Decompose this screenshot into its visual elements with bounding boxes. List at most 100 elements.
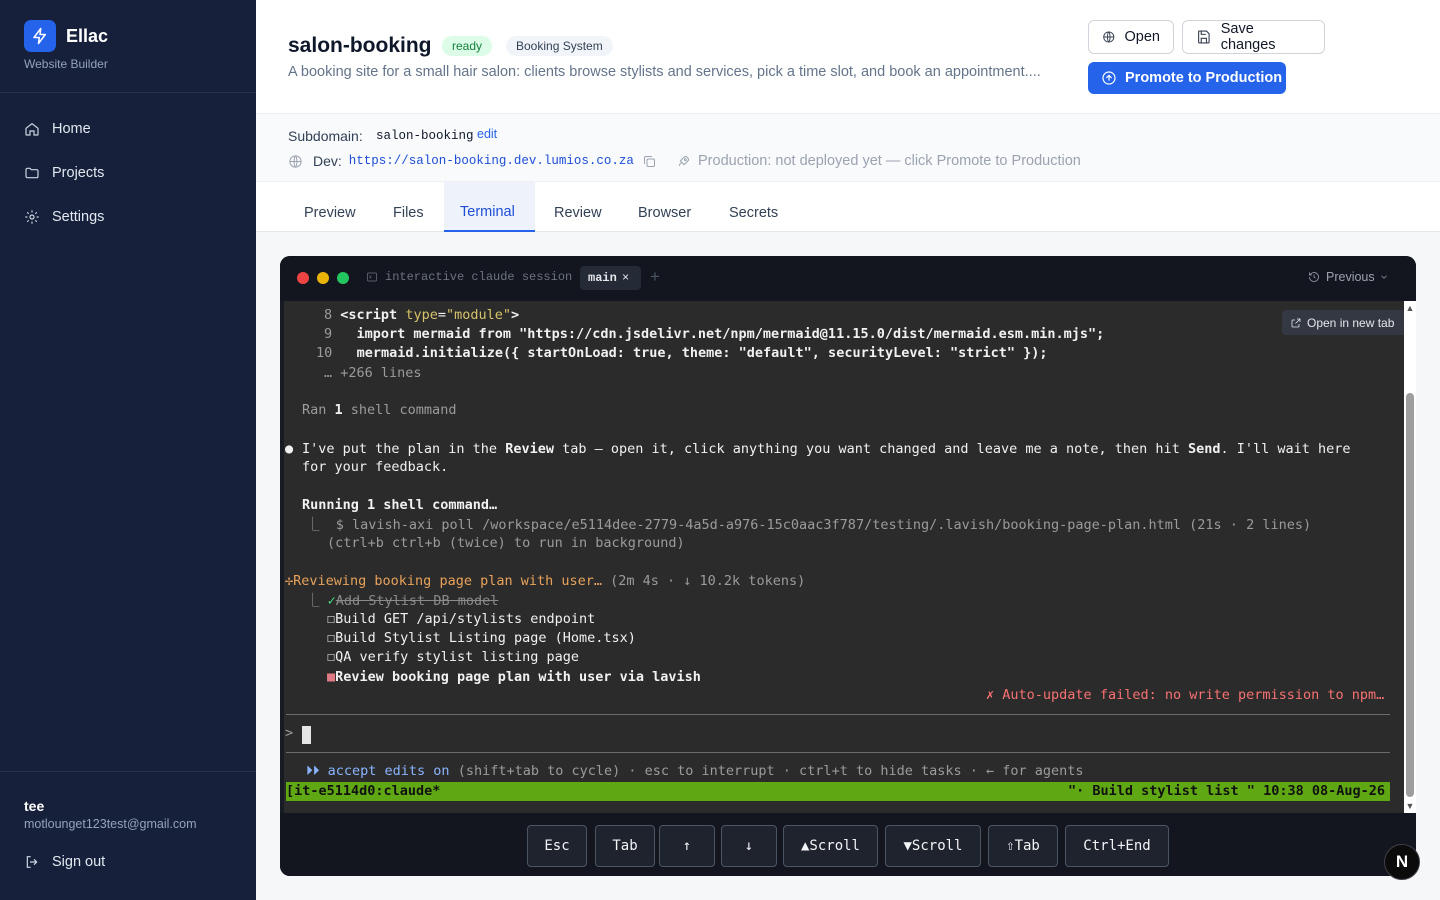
gear-icon — [25, 210, 39, 224]
key-scroll-up[interactable]: ▲Scroll — [783, 825, 878, 867]
open-button[interactable]: Open — [1088, 20, 1174, 54]
tab-secrets[interactable]: Secrets — [713, 182, 794, 232]
sidebar-divider — [0, 771, 256, 772]
promote-button-label: Promote to Production — [1125, 70, 1283, 86]
assistant-message: for your feedback. — [302, 459, 449, 475]
open-in-new-tab-button[interactable]: Open in new tab — [1282, 310, 1404, 335]
promote-to-production-button[interactable]: Promote to Production — [1088, 62, 1286, 94]
dev-url-link[interactable]: https://salon-booking.dev.lumios.co.za — [349, 154, 634, 168]
production-status: Production: not deployed yet — click Pro… — [676, 153, 1081, 169]
session-label-text: interactive claude session — [385, 270, 573, 284]
sidebar-nav: Home Projects Settings — [12, 111, 244, 243]
assistant-message: I've put the plan in the Review tab — op… — [302, 441, 1351, 457]
prompt-caret: > — [285, 725, 294, 741]
key-shift-tab[interactable]: ⇧Tab — [988, 825, 1058, 867]
terminal-line: 8 <script type="module"> — [324, 307, 520, 323]
sign-out-icon — [26, 856, 38, 868]
key-esc[interactable]: Esc — [527, 825, 587, 867]
terminal-panel: interactive claude session main × + Prev… — [280, 256, 1416, 876]
terminal-icon — [367, 272, 377, 282]
brand-name: Ellac — [66, 25, 109, 46]
home-icon — [25, 122, 39, 136]
task-item: ☐Build GET /api/stylists endpoint — [327, 611, 596, 627]
previous-sessions-button[interactable]: Previous — [1308, 270, 1389, 284]
scroll-down-arrow-icon[interactable]: ▼ — [1405, 801, 1415, 811]
tab-terminal[interactable]: Terminal — [444, 182, 535, 232]
sidebar-item-settings[interactable]: Settings — [12, 199, 244, 235]
sign-out-label: Sign out — [52, 854, 106, 870]
globe-icon — [289, 154, 302, 168]
key-arrow-up[interactable]: ↑ — [659, 825, 715, 867]
tab-browser[interactable]: Browser — [622, 182, 707, 232]
task-item: ☐Build Stylist Listing page (Home.tsx) — [327, 630, 636, 646]
copy-icon[interactable] — [642, 154, 657, 169]
save-button-label: Save changes — [1220, 21, 1276, 53]
key-arrow-down[interactable]: ↓ — [721, 825, 777, 867]
folder-icon — [25, 167, 39, 179]
terminal-key-bar: Esc Tab ↑ ↓ ▲Scroll ▼Scroll ⇧Tab Ctrl+En… — [280, 813, 1416, 876]
terminal-titlebar: interactive claude session main × + Prev… — [280, 256, 1416, 301]
tab-files[interactable]: Files — [377, 182, 440, 232]
sidebar-item-label: Home — [52, 121, 91, 137]
task-item-active: ■Review booking page plan with user via … — [327, 669, 701, 685]
sidebar-item-label: Projects — [52, 165, 105, 181]
lightning-icon — [24, 20, 56, 52]
terminal-output[interactable]: 8 <script type="module"> 9 import mermai… — [284, 301, 1404, 813]
scrollbar-thumb[interactable] — [1406, 393, 1414, 797]
brand[interactable]: Ellac — [24, 20, 108, 52]
terminal-scrollbar[interactable]: ▲ ▼ — [1404, 301, 1416, 813]
tmux-status-bar: [it-e5114d0:claude* "· Build stylist lis… — [286, 782, 1390, 801]
task-item: ⎿ ✓Add Stylist DB model — [306, 593, 499, 609]
session-label: interactive claude session — [366, 270, 572, 284]
sidebar: Ellac Website Builder Home Projects Sett… — [0, 0, 256, 900]
rocket-icon — [678, 155, 690, 166]
key-scroll-down[interactable]: ▼Scroll — [885, 825, 981, 867]
tab-review[interactable]: Review — [538, 182, 618, 232]
user-name: tee — [24, 798, 45, 814]
sign-out-button[interactable]: Sign out — [24, 854, 105, 870]
terminal-line: 9 import mermaid from "https://cdn.jsdel… — [324, 326, 1105, 342]
arrow-up-circle-icon — [1102, 71, 1116, 85]
project-title: salon-booking — [288, 34, 432, 57]
project-description: A booking site for a small hair salon: c… — [288, 64, 1041, 80]
status-left: [it-e5114d0:claude* — [286, 783, 441, 799]
key-tab[interactable]: Tab — [595, 825, 655, 867]
terminal-line: Running 1 shell command… — [302, 497, 498, 513]
add-session-button[interactable]: + — [650, 267, 660, 287]
cursor — [302, 726, 311, 744]
maximize-dot-icon — [337, 272, 349, 284]
save-changes-button[interactable]: Save changes — [1182, 20, 1325, 54]
open-button-label: Open — [1124, 29, 1160, 45]
key-ctrl-end[interactable]: Ctrl+End — [1065, 825, 1169, 867]
prompt-divider — [286, 752, 1390, 753]
subdomain-label: Subdomain: — [288, 128, 363, 144]
user-email: motlounget123test@gmail.com — [24, 817, 197, 831]
terminal-line: ⎿ $ lavish-axi poll /workspace/e5114dee-… — [306, 517, 1312, 533]
project-type-badge: Booking System — [506, 36, 613, 56]
sidebar-item-home[interactable]: Home — [12, 111, 244, 147]
deployment-info: Subdomain: salon-booking edit Dev: https… — [256, 113, 1440, 182]
session-tab-label: main — [588, 271, 617, 285]
scroll-up-arrow-icon[interactable]: ▲ — [1405, 303, 1415, 313]
mode-indicator: ⏵⏵ accept edits on (shift+tab to cycle) … — [306, 763, 1084, 779]
dev-url-row: Dev: https://salon-booking.dev.lumios.co… — [288, 153, 657, 169]
close-dot-icon — [297, 272, 309, 284]
sidebar-item-projects[interactable]: Projects — [12, 155, 244, 191]
sidebar-divider — [0, 92, 256, 93]
minimize-dot-icon — [317, 272, 329, 284]
session-tab-main[interactable]: main × — [580, 266, 641, 290]
brand-subtitle: Website Builder — [24, 57, 108, 71]
project-tabs: Preview Files Terminal Review Browser Se… — [256, 182, 1440, 232]
next-devtools-badge[interactable]: N — [1384, 844, 1420, 880]
task-progress: ✢Reviewing booking page plan with user… … — [285, 573, 806, 589]
save-icon — [1198, 30, 1210, 44]
edit-subdomain-link[interactable]: edit — [477, 127, 497, 141]
status-badge: ready — [442, 36, 493, 56]
dev-label: Dev: — [313, 153, 342, 169]
previous-label: Previous — [1326, 270, 1375, 284]
close-icon[interactable]: × — [622, 266, 629, 290]
globe-icon — [1103, 31, 1115, 43]
tab-preview[interactable]: Preview — [288, 182, 372, 232]
terminal-line: 10 mermaid.initialize({ startOnLoad: tru… — [316, 345, 1048, 361]
history-icon — [1309, 272, 1319, 282]
